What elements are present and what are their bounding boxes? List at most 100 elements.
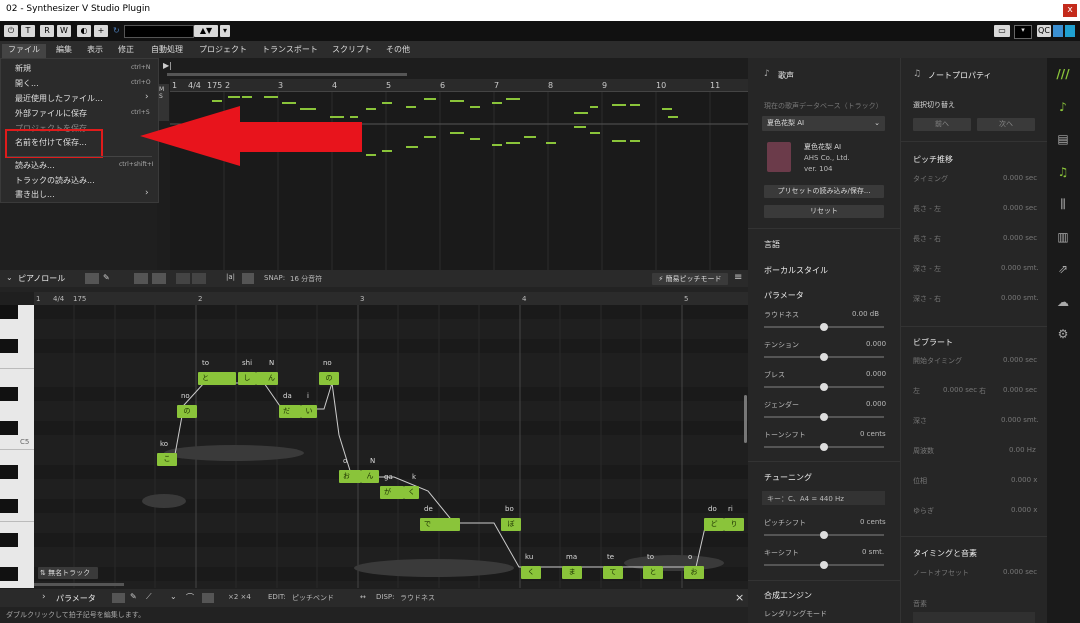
menu-save-as[interactable]: 名前を付けて保存... xyxy=(15,137,87,148)
black-key[interactable] xyxy=(0,339,18,353)
dropdown-button[interactable]: ▾ xyxy=(220,25,230,37)
black-key[interactable] xyxy=(0,567,18,581)
menu-save[interactable]: 外部ファイルに保存 xyxy=(15,108,87,119)
key-select-button[interactable]: ▲▼ xyxy=(194,25,218,37)
curve-icon[interactable]: ⌒ xyxy=(186,592,194,603)
vocal-style-section[interactable]: ボーカルスタイル xyxy=(764,265,828,276)
metronome-button[interactable]: ◐ xyxy=(77,25,91,37)
note[interactable]: り xyxy=(724,518,744,531)
param-value[interactable]: 0.000 smt. xyxy=(1001,264,1039,272)
param-value[interactable]: 0.000 sec xyxy=(943,386,977,394)
note[interactable]: お xyxy=(684,566,704,579)
menu-open[interactable]: 開く... xyxy=(15,78,39,89)
key-shift-value[interactable]: 0 smt. xyxy=(862,548,884,556)
export-icon[interactable]: ⇗ xyxy=(1055,261,1071,277)
write-button[interactable]: W xyxy=(57,25,71,37)
microphone-icon[interactable]: ♪ xyxy=(1055,99,1071,115)
pitch-tool-icon[interactable] xyxy=(134,273,148,284)
preset-button[interactable]: プリセットの読み込み/保存... xyxy=(764,185,884,198)
chevron-right-icon[interactable]: › xyxy=(42,592,46,602)
black-key[interactable] xyxy=(0,305,18,319)
menu-script[interactable]: スクリプト xyxy=(332,44,372,55)
note[interactable]: の xyxy=(177,405,197,418)
chevron-down-icon[interactable]: ⌄ xyxy=(6,273,13,282)
param-value[interactable]: 0.000 sec xyxy=(1003,568,1037,576)
scrollbar[interactable] xyxy=(167,73,407,76)
note[interactable]: ん xyxy=(361,470,379,483)
add-button[interactable]: + xyxy=(94,25,108,37)
horizontal-scrollbar[interactable] xyxy=(34,583,124,586)
line-tool-icon[interactable]: ⟋ xyxy=(146,592,152,602)
note[interactable]: で xyxy=(420,518,460,531)
param-value[interactable]: 0.000 sec xyxy=(1003,356,1037,364)
note[interactable]: ど xyxy=(704,518,724,531)
menu-view[interactable]: 表示 xyxy=(87,44,103,55)
slider-knob[interactable] xyxy=(820,531,828,539)
menu-icon[interactable]: ≡ xyxy=(734,272,742,283)
clapper-icon[interactable]: ▤ xyxy=(1055,131,1071,147)
close-button[interactable]: x xyxy=(1063,4,1077,17)
slider-knob[interactable] xyxy=(820,561,828,569)
camera-icon[interactable]: ▭ xyxy=(994,25,1010,37)
arrangement-ruler[interactable]: 4/4 175 1 2 3 4 5 6 7 8 9 10 11 xyxy=(170,79,748,92)
piano-keyboard[interactable]: C5 xyxy=(0,305,34,588)
phoneme-icon[interactable]: |a| xyxy=(226,273,235,281)
note[interactable]: く xyxy=(404,486,419,499)
param-value[interactable]: 0.00 dB xyxy=(852,310,879,318)
voice-database-dropdown[interactable]: 夏色花梨 AI ⌄ xyxy=(762,116,885,131)
param-value[interactable]: 0.000 sec xyxy=(1003,204,1037,212)
menu-other[interactable]: その他 xyxy=(386,44,410,55)
chevron-down-icon[interactable]: ⌄ xyxy=(170,592,177,601)
slider-knob[interactable] xyxy=(820,413,828,421)
wave-tool-icon[interactable] xyxy=(176,273,190,284)
menu-new[interactable]: 新規 xyxy=(15,63,31,74)
note[interactable]: し xyxy=(238,372,256,385)
menu-project[interactable]: プロジェクト xyxy=(199,44,247,55)
zoom-label[interactable]: ×2 ×4 xyxy=(228,593,251,601)
param-value[interactable]: 0.00 Hz xyxy=(1009,446,1036,454)
slider-knob[interactable] xyxy=(820,353,828,361)
black-key[interactable] xyxy=(0,421,18,435)
vertical-scrollbar[interactable] xyxy=(744,395,747,443)
param-value[interactable]: 0 cents xyxy=(860,430,886,438)
select-tool-icon[interactable] xyxy=(85,273,99,284)
cloud-icon[interactable]: ☁ xyxy=(1055,294,1071,310)
black-key[interactable] xyxy=(0,499,18,513)
disp-value[interactable]: ラウドネス xyxy=(400,593,435,603)
swap-icon[interactable]: ↔ xyxy=(360,593,366,601)
note[interactable]: い xyxy=(301,405,317,418)
qc-button[interactable]: QC xyxy=(1037,25,1051,37)
note[interactable]: お xyxy=(339,470,361,483)
menu-transport[interactable]: トランスポート xyxy=(262,44,318,55)
next-button[interactable]: 次へ xyxy=(977,118,1035,131)
simple-pitch-mode-button[interactable]: ⚡ 簡易ピッチモード xyxy=(652,273,728,285)
menu-file[interactable]: ファイル xyxy=(2,44,46,58)
pen-tool-icon[interactable]: ✎ xyxy=(103,273,114,284)
curve-tool-icon[interactable] xyxy=(152,273,166,284)
slider-knob[interactable] xyxy=(820,323,828,331)
note[interactable]: こ xyxy=(157,453,177,466)
menu-edit[interactable]: 編集 xyxy=(56,44,72,55)
pianoroll-ruler[interactable]: 1 4/4 175 2 3 4 5 xyxy=(34,292,748,305)
vibrato-tool-icon[interactable] xyxy=(192,273,206,284)
note[interactable]: ん xyxy=(256,372,278,385)
black-key[interactable] xyxy=(0,387,18,401)
menu-modify[interactable]: 修正 xyxy=(118,44,134,55)
menu-import[interactable]: 読み込み... xyxy=(15,160,55,171)
select-tool-icon[interactable] xyxy=(112,593,125,603)
note[interactable]: と xyxy=(643,566,663,579)
dropdown-arrow-icon[interactable]: ▾ xyxy=(1014,25,1032,39)
param-value[interactable]: 0.000 xyxy=(866,340,886,348)
tempo-field[interactable] xyxy=(124,25,194,38)
slider-knob[interactable] xyxy=(820,383,828,391)
pitch-shift-value[interactable]: 0 cents xyxy=(860,518,886,526)
note[interactable]: ま xyxy=(562,566,582,579)
note[interactable]: が xyxy=(380,486,404,499)
note[interactable]: と xyxy=(198,372,236,385)
param-value[interactable]: 0.000 sec xyxy=(1003,174,1037,182)
menu-import-track[interactable]: トラックの読み込み... xyxy=(15,175,95,186)
note[interactable]: く xyxy=(521,566,541,579)
note[interactable]: て xyxy=(603,566,623,579)
menu-recent[interactable]: 最近使用したファイル... xyxy=(15,93,103,104)
read-button[interactable]: R xyxy=(40,25,54,37)
